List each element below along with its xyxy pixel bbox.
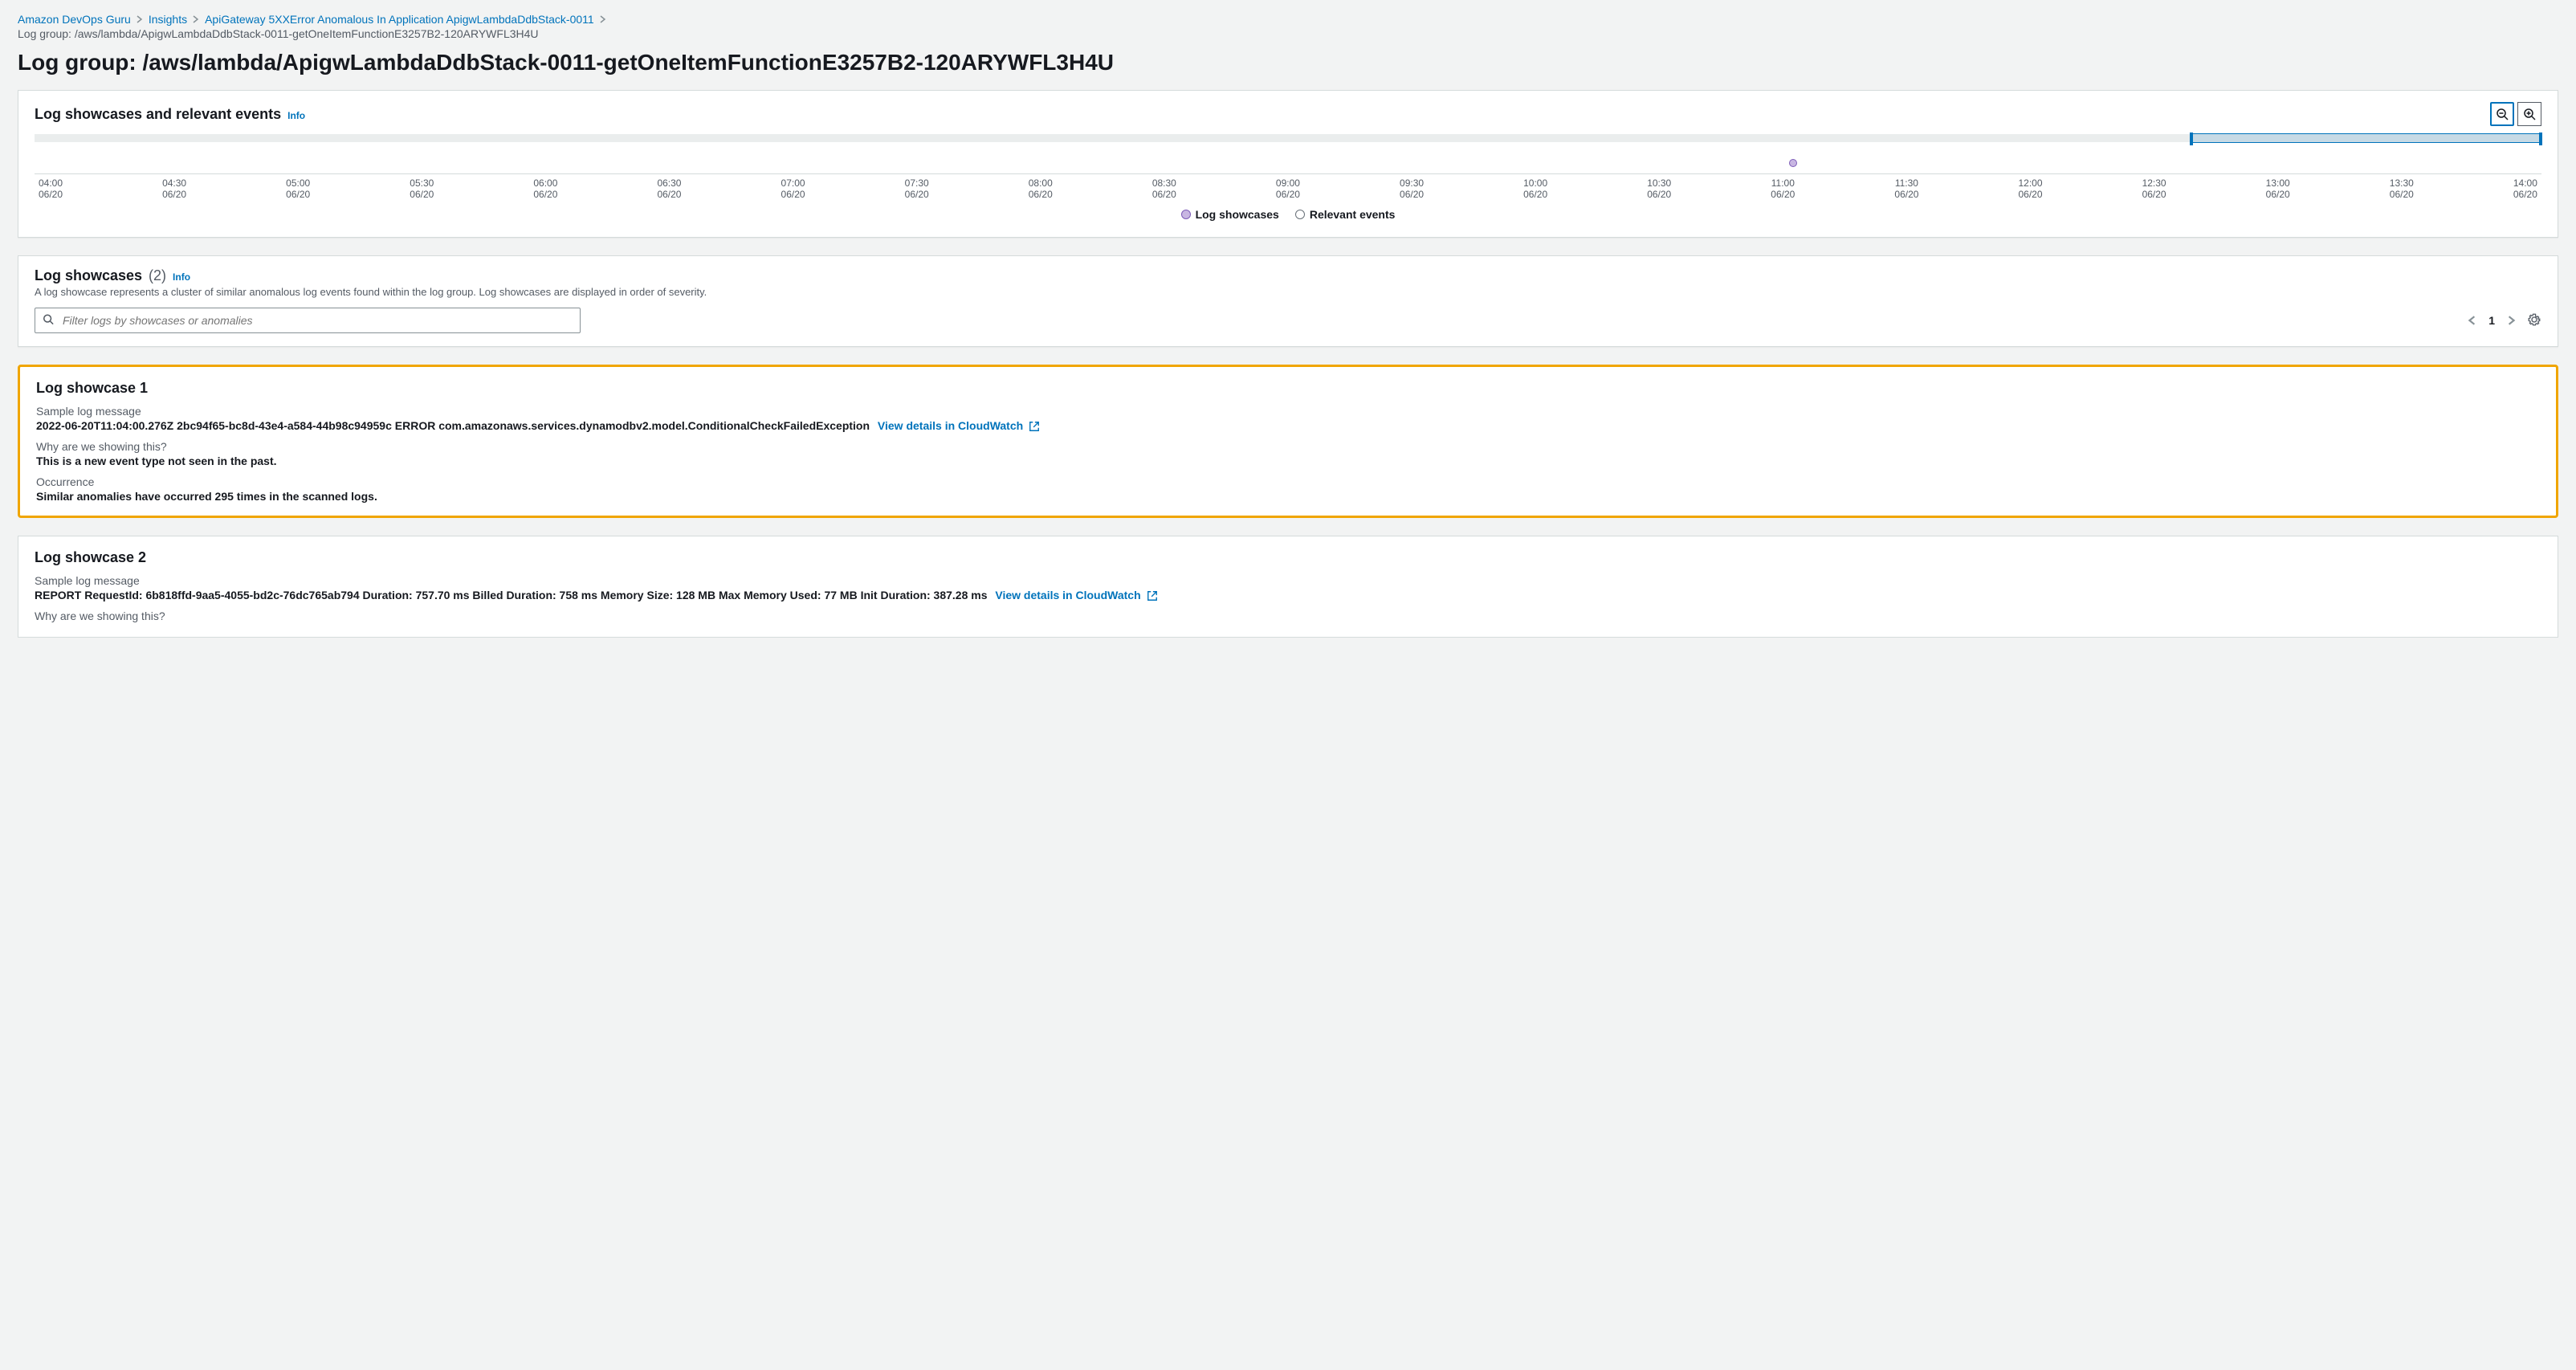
timeline-tick: 10:3006/20 [1643,177,1675,200]
showcases-description: A log showcase represents a cluster of s… [18,286,2558,308]
page-prev-button[interactable] [2468,312,2477,329]
sample-log-value: 2022-06-20T11:04:00.276Z 2bc94f65-bc8d-4… [36,419,870,432]
pagination: 1 [2468,312,2541,329]
timeline-tick: 04:3006/20 [158,177,190,200]
chevron-right-icon [192,15,200,23]
timeline-tick: 12:3006/20 [2138,177,2170,200]
sample-log-label: Sample log message [35,574,2541,587]
timeline-tick: 11:3006/20 [1890,177,1922,200]
view-in-cloudwatch-link[interactable]: View details in CloudWatch [878,419,1040,432]
timeline-showcase-dot[interactable] [1789,159,1797,167]
breadcrumb-link-devopsguru[interactable]: Amazon DevOps Guru [18,13,131,26]
timeline-tick: 11:0006/20 [1767,177,1799,200]
timeline-legend: Log showcases Relevant events [35,200,2541,224]
search-icon [43,314,54,328]
chevron-right-icon [2506,316,2516,325]
zoom-out-button[interactable] [2490,102,2514,126]
occurrence-label: Occurrence [36,475,2540,488]
breadcrumb-current: Log group: /aws/lambda/ApigwLambdaDdbSta… [18,27,2558,40]
circle-icon [1181,210,1191,219]
info-link[interactable]: Info [173,271,190,283]
timeline-selection-handle[interactable] [2191,133,2541,143]
sample-log-value: REPORT RequestId: 6b818ffd-9aa5-4055-bd2… [35,589,988,601]
legend-log-showcases: Log showcases [1181,208,1279,221]
timeline-tick: 13:3006/20 [2386,177,2418,200]
timeline-tick: 14:0006/20 [2509,177,2541,200]
breadcrumb: Amazon DevOps Guru Insights ApiGateway 5… [18,13,2558,26]
timeline-tick: 06:0006/20 [529,177,561,200]
timeline-panel: Log showcases and relevant events Info 0… [18,90,2558,238]
chevron-right-icon [136,15,144,23]
why-value: This is a new event type not seen in the… [36,455,2540,467]
legend-relevant-events: Relevant events [1295,208,1396,221]
timeline-panel-title: Log showcases and relevant events Info [35,106,305,123]
gear-icon [2527,312,2541,327]
zoom-out-icon [2496,108,2509,120]
external-link-icon [1147,590,1158,601]
zoom-in-button[interactable] [2517,102,2541,126]
timeline-tick: 13:0006/20 [2262,177,2294,200]
info-link[interactable]: Info [287,110,305,121]
timeline-tick: 09:0006/20 [1272,177,1304,200]
timeline-tick: 05:0006/20 [282,177,314,200]
log-showcase-2: Log showcase 2 Sample log message REPORT… [18,536,2558,638]
timeline-tick: 06:3006/20 [653,177,685,200]
timeline-tick: 07:3006/20 [901,177,933,200]
timeline-tick: 05:3006/20 [406,177,438,200]
occurrence-value: Similar anomalies have occurred 295 time… [36,490,2540,503]
external-link-icon [1029,421,1040,432]
filter-search [35,308,581,333]
timeline-overview-band[interactable] [35,134,2541,142]
page-next-button[interactable] [2506,312,2516,329]
showcase-title: Log showcase 2 [35,549,2541,566]
why-label: Why are we showing this? [36,440,2540,453]
timeline-tick: 10:0006/20 [1519,177,1551,200]
timeline-ticks: 04:0006/20 04:3006/20 05:0006/20 05:3006/20… [35,177,2541,200]
view-in-cloudwatch-link[interactable]: View details in CloudWatch [995,589,1157,601]
timeline-tick: 04:0006/20 [35,177,67,200]
circle-icon [1295,210,1305,219]
chevron-right-icon [599,15,607,23]
zoom-controls [2490,102,2541,126]
showcases-panel: Log showcases (2) Info A log showcase re… [18,255,2558,347]
timeline-tick: 07:0006/20 [777,177,809,200]
timeline-tick: 09:3006/20 [1396,177,1428,200]
page-number: 1 [2488,314,2495,327]
showcases-panel-title: Log showcases (2) Info [35,267,190,284]
breadcrumb-link-insights[interactable]: Insights [149,13,187,26]
filter-input[interactable] [35,308,581,333]
why-label: Why are we showing this? [35,610,2541,622]
timeline-tick: 08:3006/20 [1148,177,1180,200]
timeline-plot[interactable] [35,144,2541,174]
showcase-title: Log showcase 1 [36,380,2540,397]
log-showcase-1: Log showcase 1 Sample log message 2022-0… [18,365,2558,518]
sample-log-label: Sample log message [36,405,2540,418]
breadcrumb-link-insight[interactable]: ApiGateway 5XXError Anomalous In Applica… [205,13,594,26]
settings-button[interactable] [2527,312,2541,329]
timeline-tick: 12:0006/20 [2015,177,2047,200]
timeline-tick: 08:0006/20 [1025,177,1057,200]
zoom-in-icon [2523,108,2536,120]
page-title: Log group: /aws/lambda/ApigwLambdaDdbSta… [18,50,2558,75]
chevron-left-icon [2468,316,2477,325]
